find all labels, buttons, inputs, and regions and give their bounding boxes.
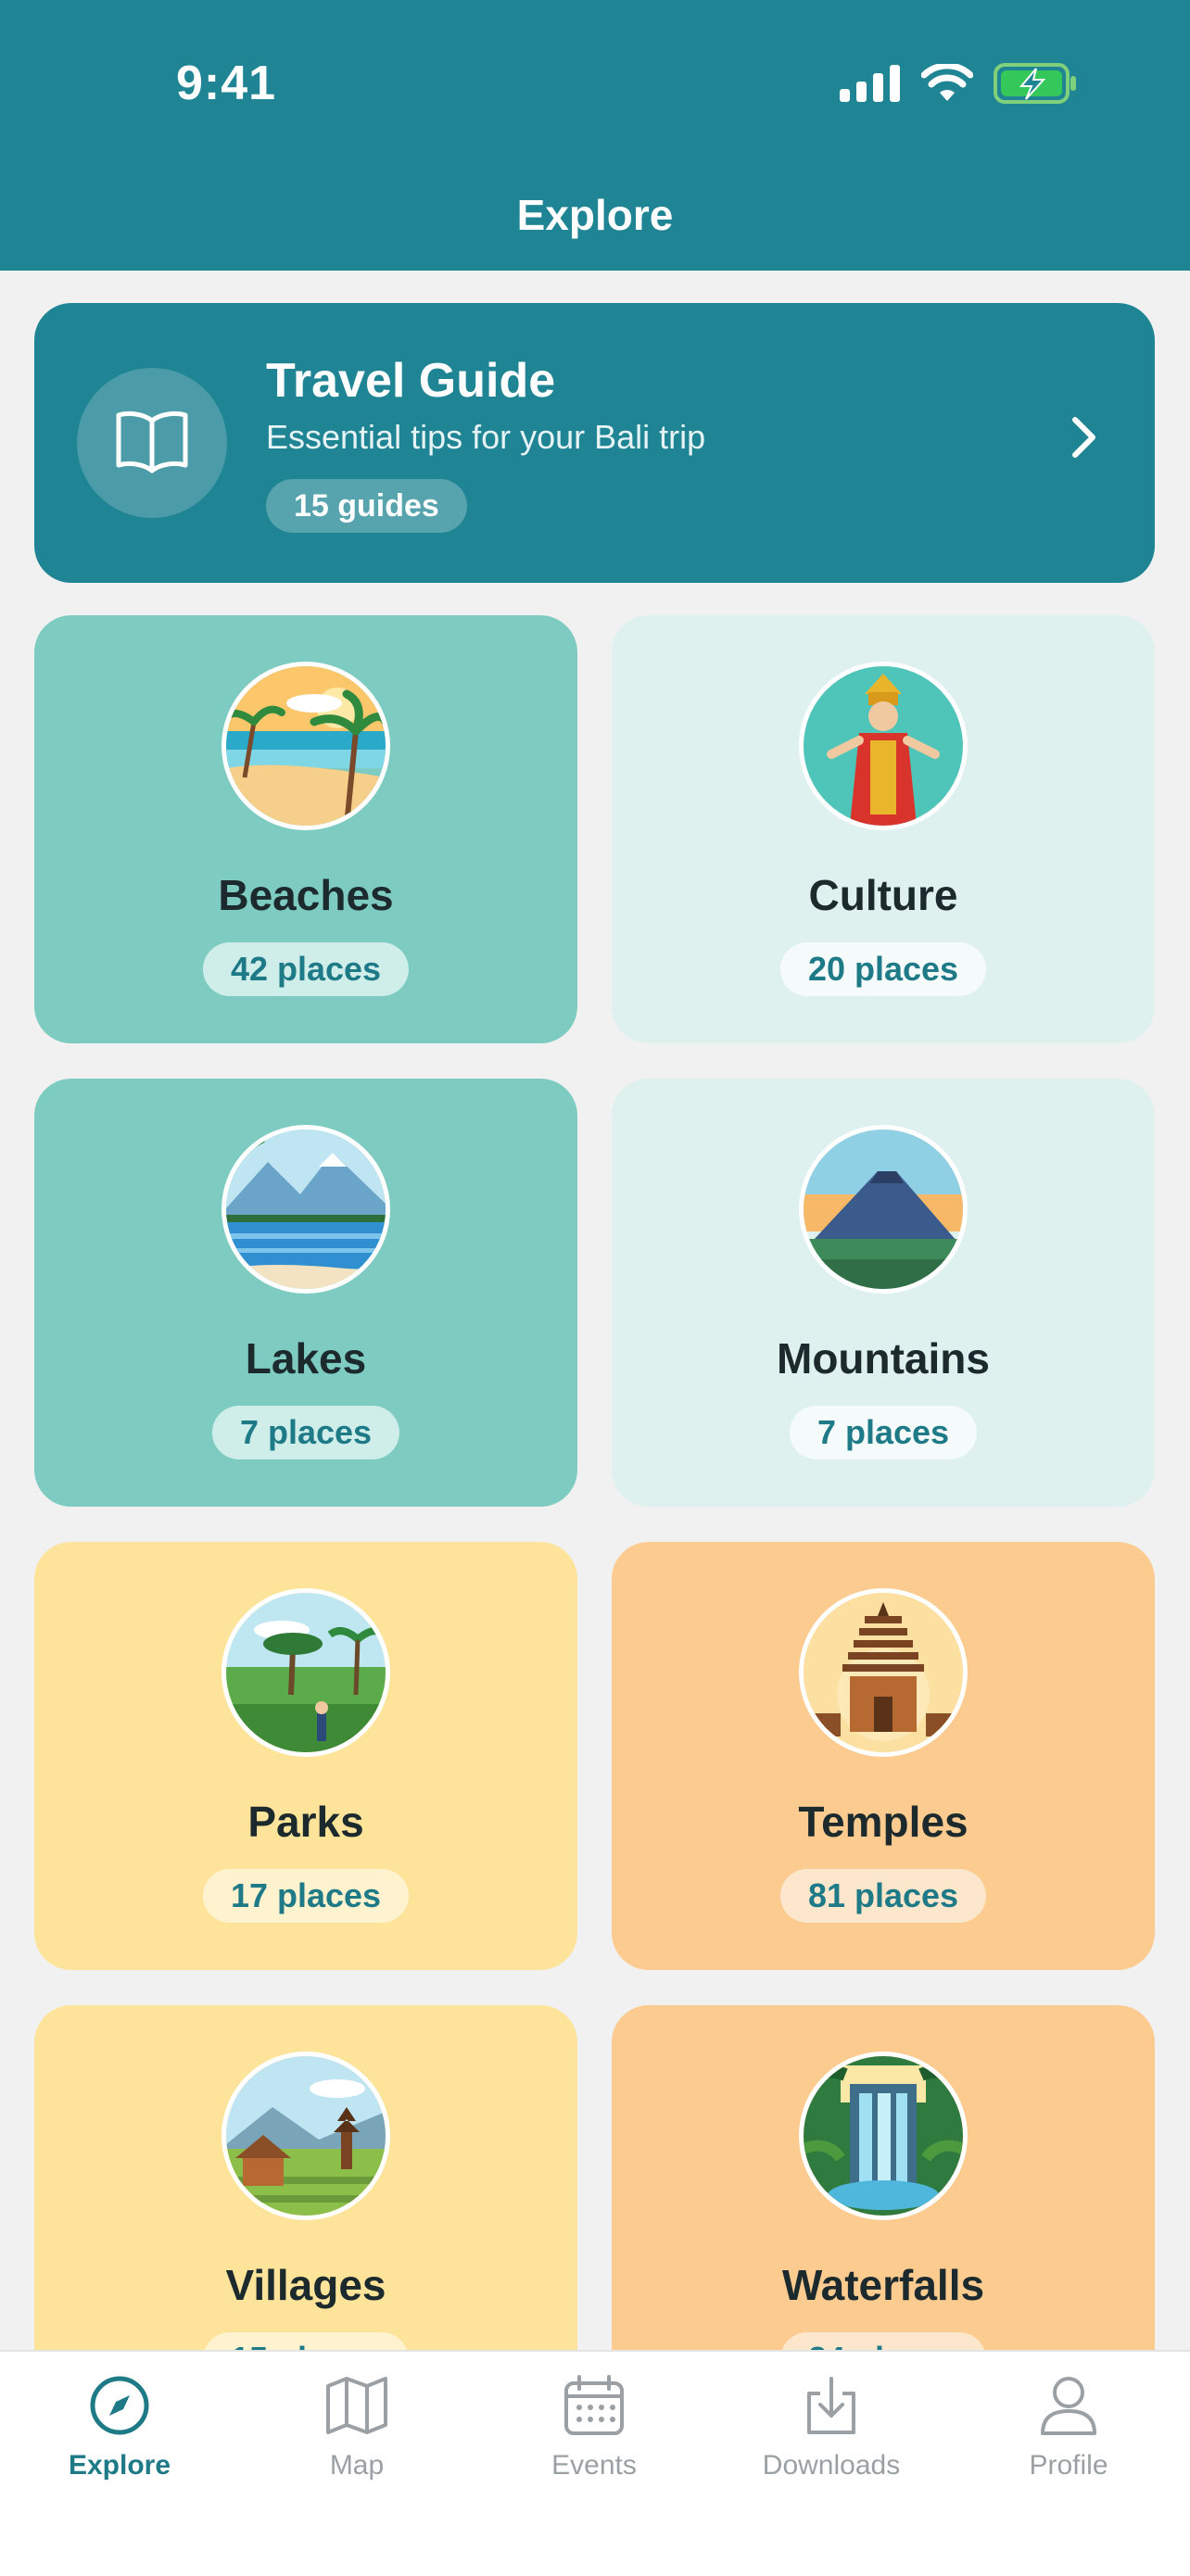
category-count-badge: 24 places <box>779 2332 987 2350</box>
temple-image <box>799 1588 968 1757</box>
category-tile-mountains[interactable]: Mountains 7 places <box>612 1079 1155 1507</box>
category-name: Parks <box>247 1798 364 1846</box>
category-name: Temples <box>798 1798 968 1846</box>
calendar-icon <box>563 2374 626 2442</box>
tab-events[interactable]: Events <box>501 2370 687 2481</box>
travel-guide-card[interactable]: Travel Guide Essential tips for your Bal… <box>34 303 1155 583</box>
person-icon <box>1039 2374 1098 2442</box>
category-tile-villages[interactable]: Villages 15 places <box>34 2005 577 2350</box>
park-image <box>222 1588 390 1757</box>
category-name: Lakes <box>245 1334 367 1383</box>
book-open-icon <box>113 408 191 479</box>
tab-label: Downloads <box>762 2450 901 2481</box>
waterfall-image <box>799 2052 968 2220</box>
beach-image <box>222 662 390 830</box>
category-name: Beaches <box>218 871 394 919</box>
download-icon <box>804 2375 859 2441</box>
tab-downloads[interactable]: Downloads <box>739 2370 924 2481</box>
guide-subtitle: Essential tips for your Bali trip <box>266 418 706 456</box>
tab-explore[interactable]: Explore <box>27 2370 212 2481</box>
mountain-image <box>799 1125 968 1294</box>
category-tile-beaches[interactable]: Beaches 42 places <box>34 615 577 1043</box>
tab-label: Map <box>329 2450 385 2481</box>
tab-label: Explore <box>68 2450 171 2481</box>
category-tile-lakes[interactable]: Lakes 7 places <box>34 1079 577 1507</box>
tab-map[interactable]: Map <box>264 2370 449 2481</box>
map-icon <box>324 2375 389 2441</box>
lake-image <box>222 1125 390 1294</box>
category-count-badge: 7 places <box>211 1406 400 1459</box>
chevron-right-icon[interactable] <box>1068 414 1099 465</box>
bottom-tab-bar: Explore Map Events Downloads Profile <box>0 2350 1190 2576</box>
category-count-badge: 20 places <box>779 942 987 996</box>
guide-icon-container <box>77 368 227 518</box>
tab-label: Events <box>551 2450 637 2481</box>
category-name: Culture <box>808 871 958 919</box>
category-count-badge: 7 places <box>789 1406 978 1459</box>
category-count-badge: 81 places <box>779 1869 987 1923</box>
category-tile-temples[interactable]: Temples 81 places <box>612 1542 1155 1970</box>
category-count-badge: 42 places <box>202 942 410 996</box>
category-count-badge: 15 places <box>202 2332 410 2350</box>
category-name: Waterfalls <box>781 2261 985 2309</box>
category-name: Villages <box>225 2261 386 2309</box>
culture-image <box>799 662 968 830</box>
guide-count-badge: 15 guides <box>266 479 467 533</box>
category-tile-waterfalls[interactable]: Waterfalls 24 places <box>612 2005 1155 2350</box>
explore-content[interactable]: Travel Guide Essential tips for your Bal… <box>0 0 1190 2350</box>
category-tile-parks[interactable]: Parks 17 places <box>34 1542 577 1970</box>
category-tile-culture[interactable]: Culture 20 places <box>612 615 1155 1043</box>
compass-icon <box>89 2375 150 2441</box>
tab-profile[interactable]: Profile <box>976 2370 1161 2481</box>
tab-label: Profile <box>1029 2450 1108 2481</box>
village-image <box>222 2052 390 2220</box>
category-count-badge: 17 places <box>202 1869 410 1923</box>
category-name: Mountains <box>777 1334 990 1383</box>
guide-title: Travel Guide <box>266 354 556 408</box>
